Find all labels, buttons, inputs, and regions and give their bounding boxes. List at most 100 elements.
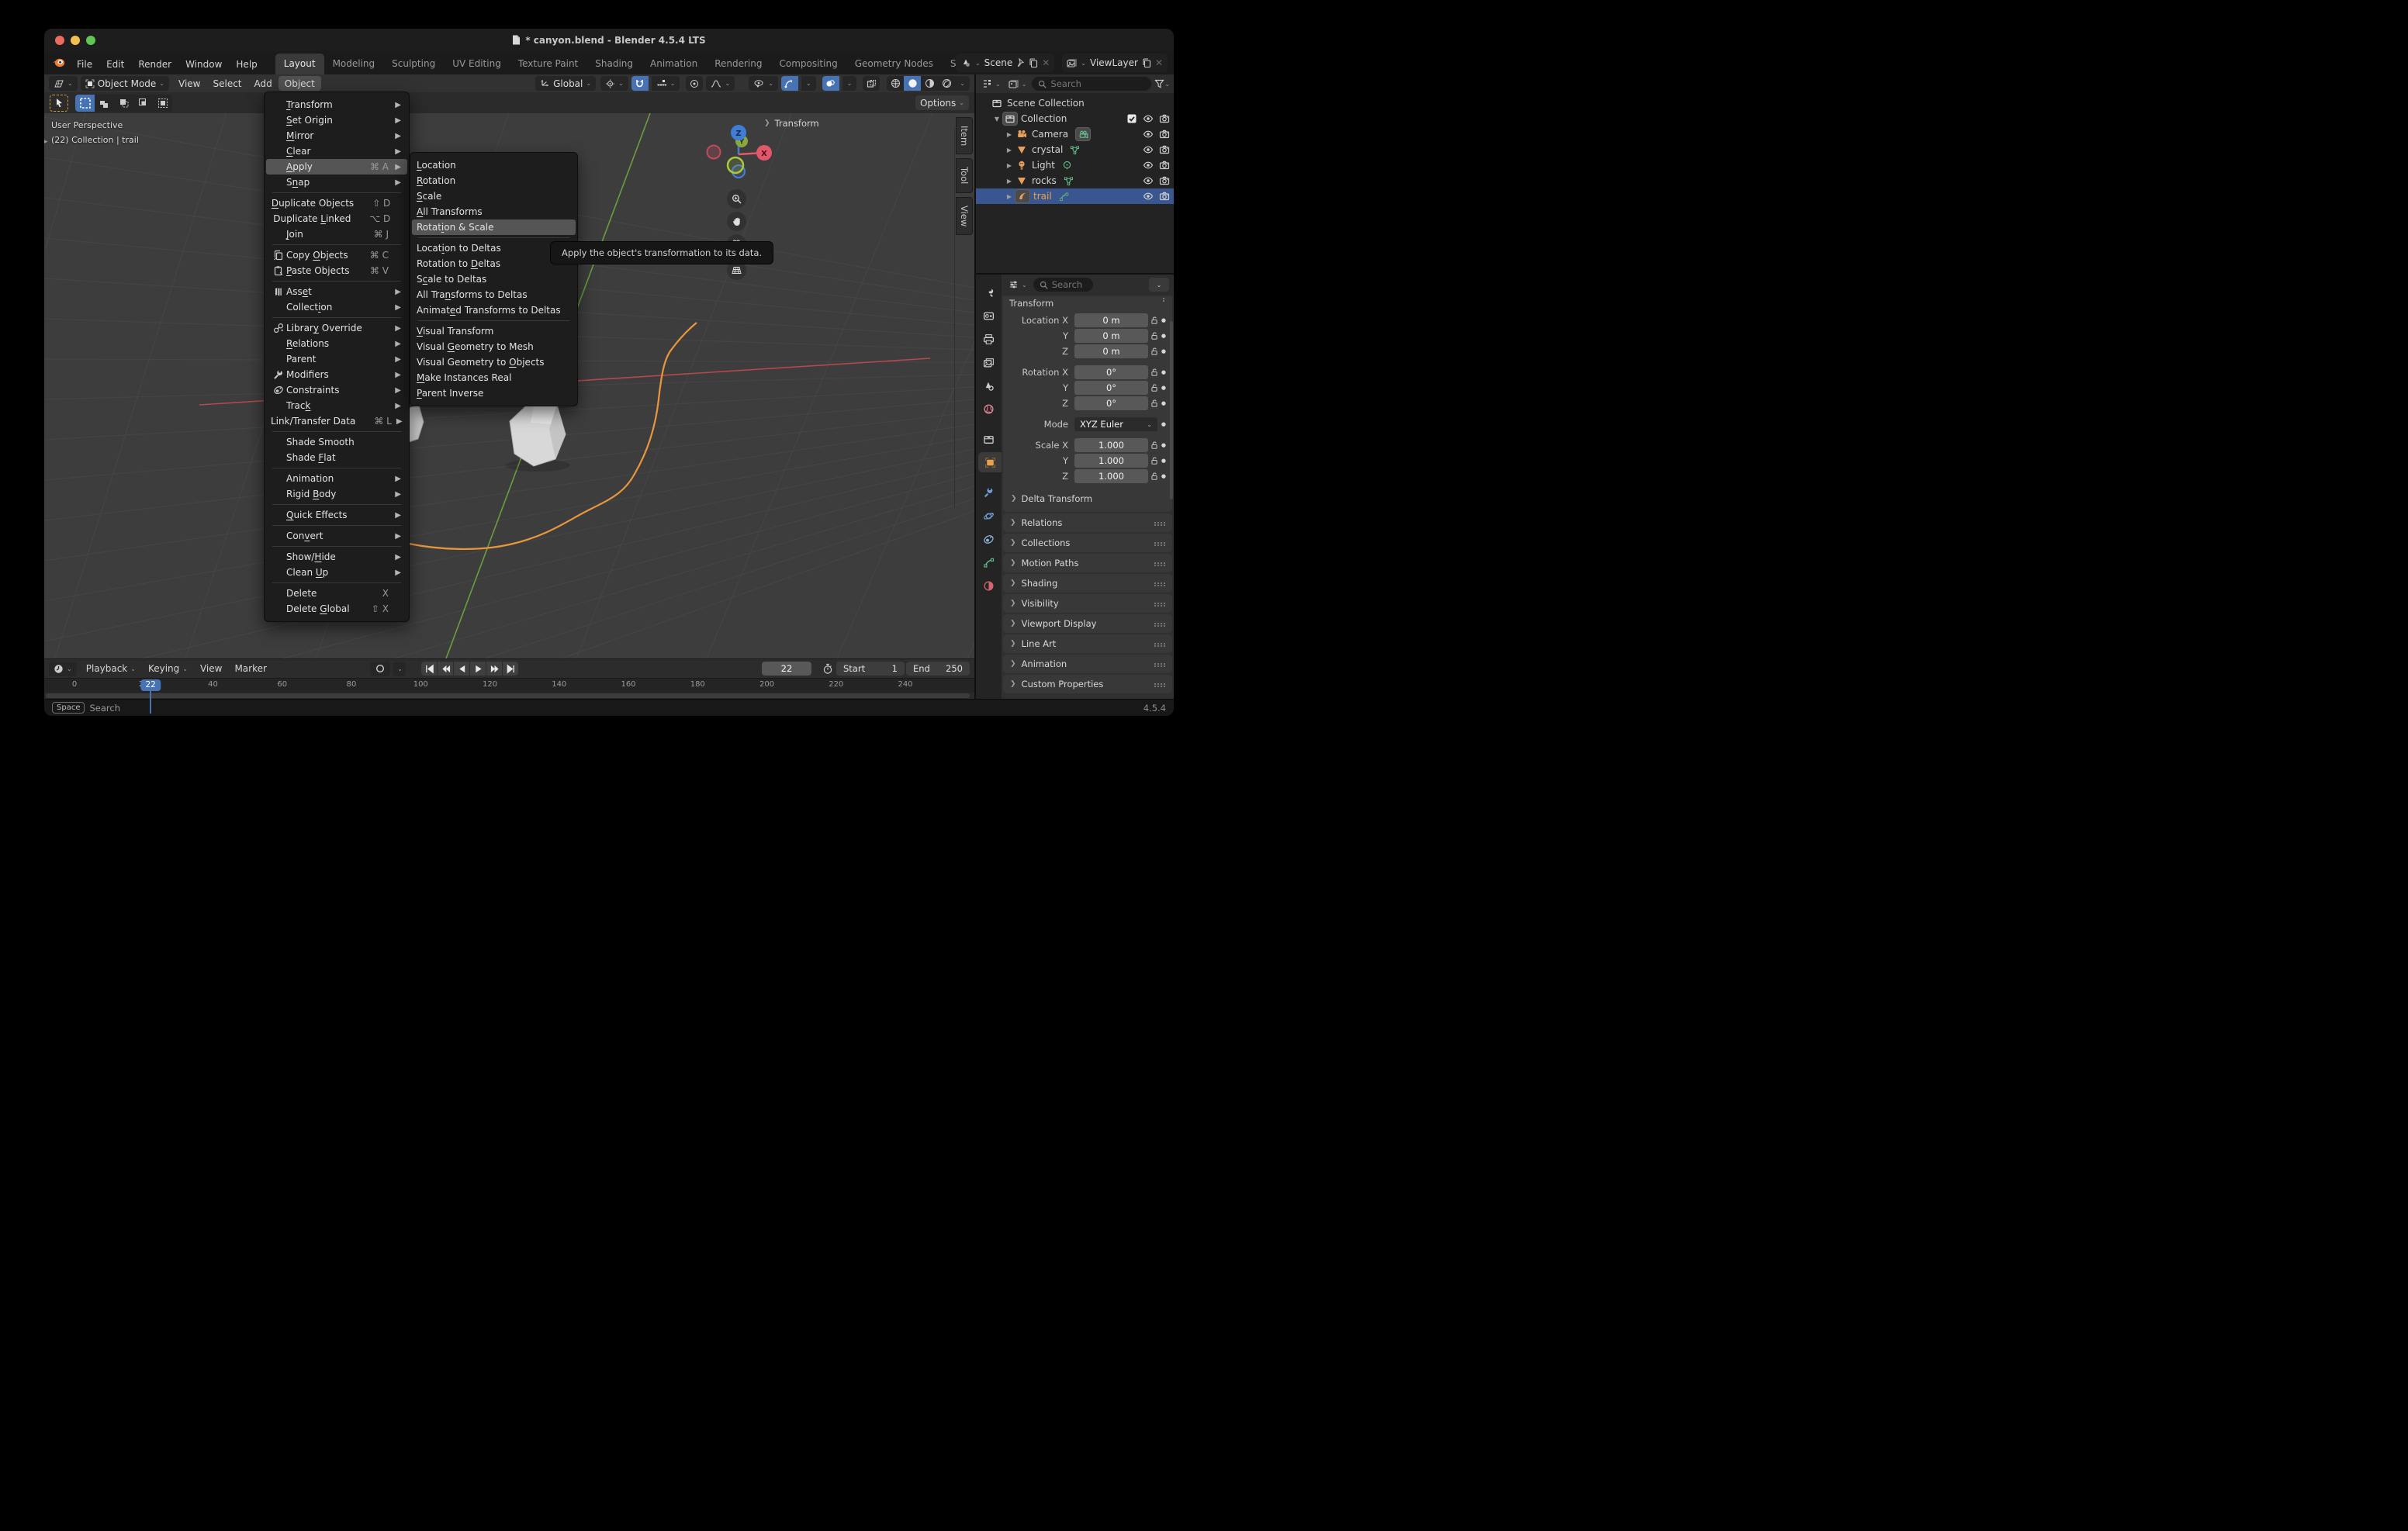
properties-search-input[interactable]: Search xyxy=(1033,278,1094,292)
options-button[interactable]: Options⌄ xyxy=(915,95,969,110)
menu-item-link-transfer-data[interactable]: Link/Transfer Data⌘ L▶ xyxy=(265,413,409,429)
chevron-right-icon[interactable]: ▶ xyxy=(1004,131,1015,138)
panel-viewport-display[interactable]: ❯Viewport Display xyxy=(1003,614,1172,633)
tab-geometry-nodes[interactable]: Geometry Nodes xyxy=(846,54,942,74)
toolbar-expand-icon[interactable]: ▸ xyxy=(44,138,48,146)
show-gizmo-toggle[interactable] xyxy=(781,76,798,91)
chevron-down-icon[interactable]: ▼ xyxy=(991,116,1002,123)
frame-end-field[interactable]: End250 xyxy=(906,662,970,676)
disable-in-renders-toggle[interactable] xyxy=(1159,160,1170,171)
value-field[interactable]: 1.000 xyxy=(1074,469,1148,483)
properties-tab-output[interactable] xyxy=(976,329,1002,349)
menu-item-rotation[interactable]: Rotation xyxy=(410,173,577,188)
panel-custom-properties[interactable]: ❯Custom Properties xyxy=(1003,675,1172,693)
disable-in-renders-toggle[interactable] xyxy=(1159,175,1170,186)
active-tool-button[interactable] xyxy=(50,95,68,112)
play-reverse-button[interactable] xyxy=(454,662,469,676)
outliner-display-mode-button[interactable]: ⌄ xyxy=(1006,77,1029,92)
menu-item-all-transforms-to-deltas[interactable]: All Transforms to Deltas xyxy=(410,287,577,302)
tab-sculpting[interactable]: Sculpting xyxy=(383,54,444,74)
menubar-item-help[interactable]: Help xyxy=(229,56,264,73)
menu-item-constraints[interactable]: Constraints▶ xyxy=(265,382,409,398)
hide-in-viewport-toggle[interactable] xyxy=(1143,160,1154,171)
menu-item-track[interactable]: Track▶ xyxy=(265,398,409,413)
viewlayer-selector[interactable]: ⌄ ViewLayer ✕ xyxy=(1062,54,1168,72)
animate-property-dot[interactable]: ● xyxy=(1161,385,1166,391)
timeline-scrollbar[interactable] xyxy=(44,693,974,699)
value-field[interactable]: 0 m xyxy=(1074,344,1148,358)
select-intersect-button[interactable] xyxy=(153,95,172,112)
properties-tab-object-data[interactable] xyxy=(976,552,1002,572)
menu-item-clear[interactable]: Clear▶ xyxy=(265,143,409,159)
select-set-button[interactable] xyxy=(75,95,95,112)
lock-open-icon[interactable] xyxy=(1148,383,1161,392)
jump-to-end-button[interactable] xyxy=(503,662,518,676)
lock-open-icon[interactable] xyxy=(1148,456,1161,465)
select-subtract-button[interactable] xyxy=(114,95,133,112)
menu-item-mirror[interactable]: Mirror▶ xyxy=(265,128,409,143)
menu-item-transform[interactable]: Transform▶ xyxy=(265,97,409,112)
mode-selector[interactable]: Object Mode⌄ xyxy=(81,76,169,91)
show-overlays-toggle[interactable] xyxy=(822,76,839,91)
value-field[interactable]: 0° xyxy=(1074,396,1148,410)
transform-panel-title[interactable]: Transform xyxy=(1009,298,1054,306)
animate-property-dot[interactable]: ● xyxy=(1161,369,1166,375)
menu-item-shade-flat[interactable]: Shade Flat▶ xyxy=(265,450,409,465)
timeline-menu-keying[interactable]: Keying⌄ xyxy=(142,661,194,676)
outliner-row-light[interactable]: ▶Light xyxy=(976,157,1174,173)
menu-item-relations[interactable]: Relations▶ xyxy=(265,336,409,351)
tab-animation[interactable]: Animation xyxy=(642,54,706,74)
outliner-item-name[interactable]: Collection xyxy=(1021,113,1067,124)
menu-item-duplicate-linked[interactable]: Duplicate Linked⌥ D▶ xyxy=(265,211,409,226)
editor-type-button[interactable]: ⌄ xyxy=(49,76,78,91)
menu-item-visual-geometry-to-mesh[interactable]: Visual Geometry to Mesh xyxy=(410,339,577,354)
menu-item-rigid-body[interactable]: Rigid Body▶ xyxy=(265,486,409,502)
new-viewlayer-icon[interactable] xyxy=(1142,58,1151,68)
shading-material-button[interactable] xyxy=(921,76,938,91)
proportional-editing-toggle[interactable] xyxy=(686,76,703,91)
menu-item-make-instances-real[interactable]: Make Instances Real xyxy=(410,370,577,385)
menu-item-visual-transform[interactable]: Visual Transform xyxy=(410,323,577,339)
menu-item-convert[interactable]: Convert▶ xyxy=(265,528,409,544)
menubar-item-edit[interactable]: Edit xyxy=(99,56,131,73)
chevron-right-icon[interactable]: ▶ xyxy=(1004,178,1015,185)
outliner-row-crystal[interactable]: ▶crystal xyxy=(976,142,1174,157)
scene-selector[interactable]: ⌄ Scene ✕ xyxy=(956,54,1054,72)
outliner-item-name[interactable]: trail xyxy=(1033,191,1052,202)
panel-collections[interactable]: ❯Collections xyxy=(1003,534,1172,552)
properties-tab-scene[interactable] xyxy=(976,375,1002,396)
chevron-right-icon[interactable]: ▶ xyxy=(1004,193,1015,200)
proportional-falloff-button[interactable]: ⌄ xyxy=(706,76,735,91)
lock-open-icon[interactable] xyxy=(1148,472,1161,481)
menu-item-show-hide[interactable]: Show/Hide▶ xyxy=(265,549,409,565)
outliner-item-name[interactable]: Light xyxy=(1032,160,1055,171)
select-extend-button[interactable] xyxy=(95,95,114,112)
properties-tab-world[interactable] xyxy=(976,399,1002,419)
animate-property-dot[interactable]: ● xyxy=(1161,442,1166,448)
remove-viewlayer-icon[interactable]: ✕ xyxy=(1155,57,1163,68)
outliner-row-trail[interactable]: ▶ trail xyxy=(976,188,1174,204)
properties-tab-physics[interactable] xyxy=(976,506,1002,526)
outliner-row-camera[interactable]: ▶Camera xyxy=(976,126,1174,142)
properties-tab-render[interactable] xyxy=(976,306,1002,326)
panel-animation[interactable]: ❯Animation xyxy=(1003,655,1172,673)
value-field[interactable]: 0 m xyxy=(1074,329,1148,343)
viewlayer-name[interactable]: ViewLayer xyxy=(1090,57,1138,68)
timeline-ruler[interactable]: 02040608010012014016018020022024022 xyxy=(44,678,974,693)
animate-property-dot[interactable]: ● xyxy=(1161,317,1166,323)
properties-tab-collection[interactable] xyxy=(976,429,1002,449)
panel-visibility[interactable]: ❯Visibility xyxy=(1003,594,1172,613)
menu-item-parent[interactable]: Parent▶ xyxy=(265,351,409,367)
npanel-transform-header[interactable]: ❯ Transform xyxy=(764,118,970,129)
timeline-menu-playback[interactable]: Playback⌄ xyxy=(80,661,142,676)
current-frame-indicator[interactable]: 22 xyxy=(140,679,160,691)
panel-shading[interactable]: ❯Shading xyxy=(1003,574,1172,593)
outliner-item-name[interactable]: Scene Collection xyxy=(1007,98,1085,109)
menu-item-location[interactable]: Location xyxy=(410,157,577,173)
shading-wireframe-button[interactable] xyxy=(887,76,904,91)
properties-tab-material[interactable] xyxy=(976,575,1002,596)
viewport-menu-object[interactable]: Object xyxy=(279,76,321,91)
menu-item-apply[interactable]: Apply⌘ A▶ xyxy=(266,159,407,175)
lock-open-icon[interactable] xyxy=(1148,399,1161,408)
properties-options-button[interactable]: ⌄ xyxy=(1149,278,1169,292)
